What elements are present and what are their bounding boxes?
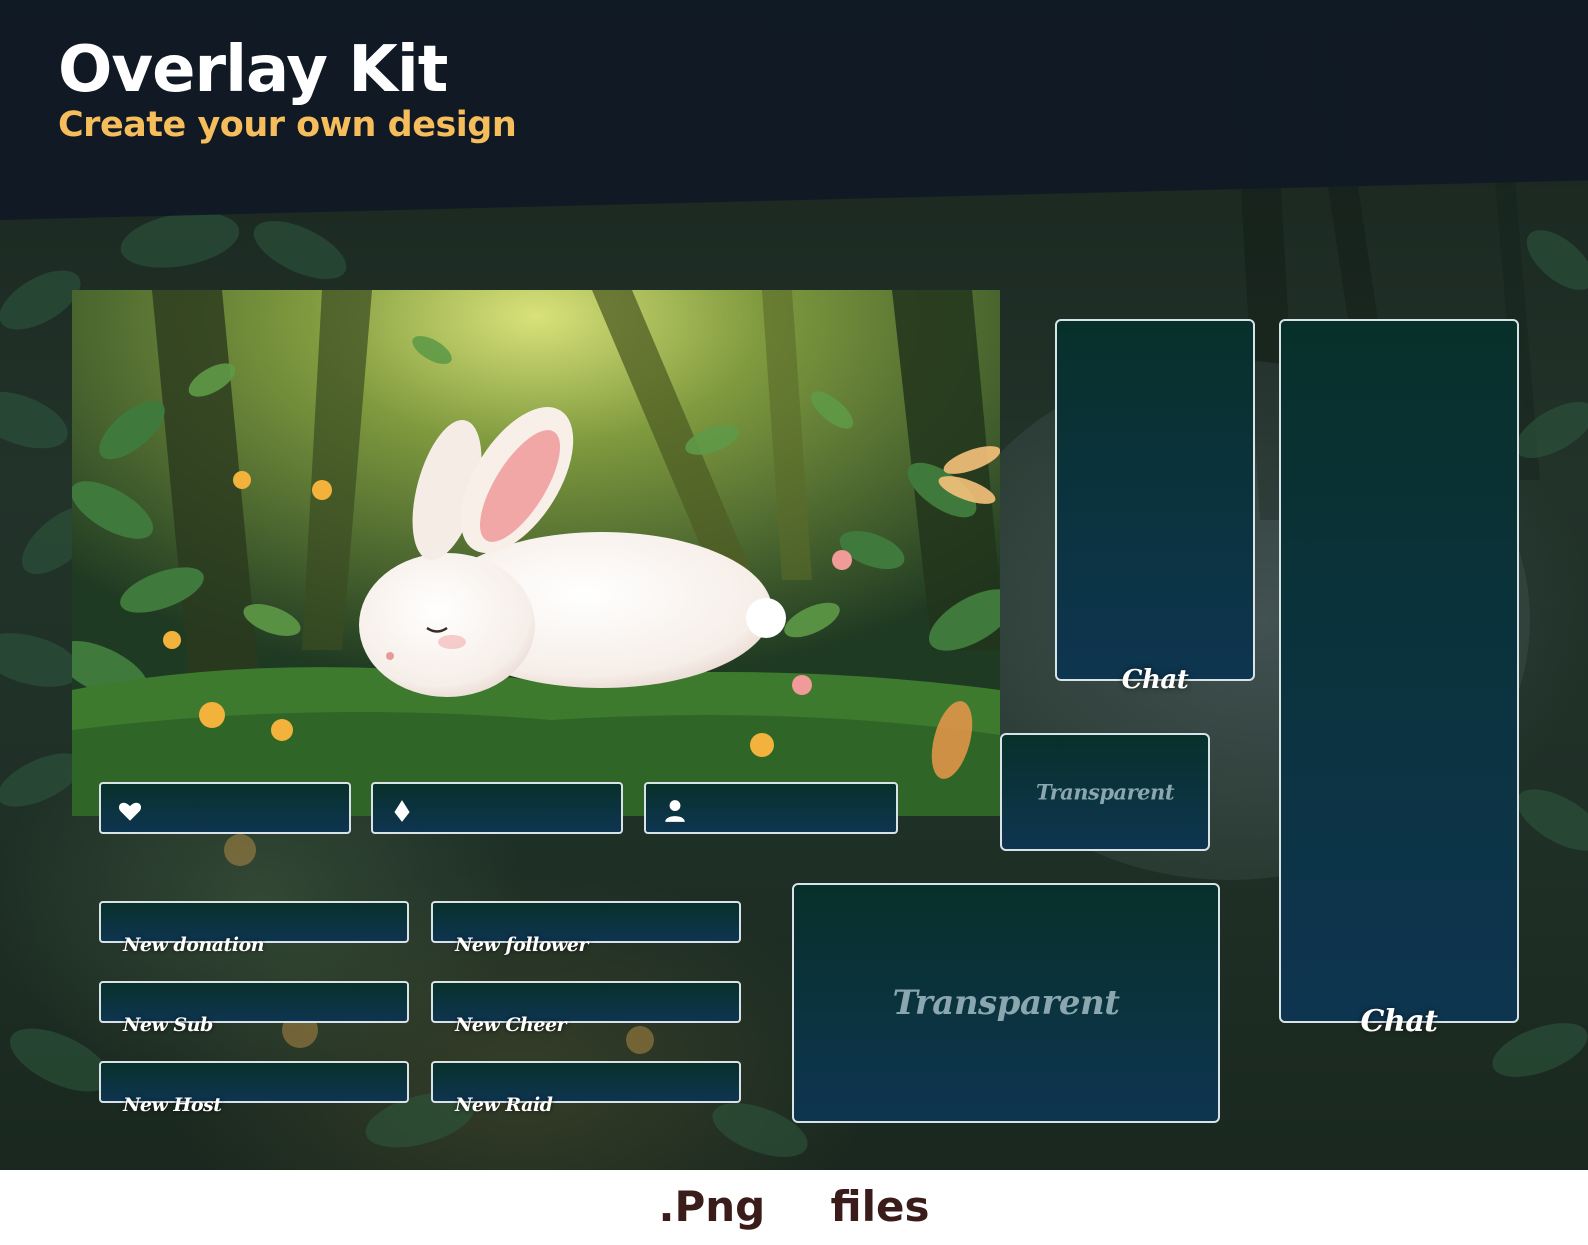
alert-label: New Raid (455, 1094, 553, 1116)
rabbit-scene-art (72, 290, 1000, 816)
stat-panel-diamond (371, 782, 623, 834)
alert-new-follower: New follower (431, 901, 741, 955)
transparent-panel-large: Transparent (792, 883, 1220, 1123)
alert-new-raid: New Raid (431, 1061, 741, 1115)
chat-label: Chat (1121, 665, 1189, 695)
alert-label: New donation (123, 934, 265, 956)
alert-label: New follower (455, 934, 588, 956)
alert-new-donation: New donation (99, 901, 409, 955)
diamond-icon (394, 800, 410, 822)
rabbit-scene-illustration (72, 290, 1000, 816)
chat-panel-small: Chat (1055, 319, 1255, 693)
file-format-caption: .Png files (658, 1182, 930, 1231)
user-icon (665, 800, 685, 822)
alert-new-sub: New Sub (99, 981, 409, 1035)
alert-new-host: New Host (99, 1061, 409, 1115)
alert-label: New Sub (123, 1014, 213, 1036)
alert-label: New Host (123, 1094, 222, 1116)
footer: .Png files (0, 1170, 1588, 1245)
alert-new-cheer: New Cheer (431, 981, 741, 1035)
chat-panel-tall: Chat (1279, 319, 1519, 1037)
alert-label: New Cheer (455, 1014, 567, 1036)
chat-label: Chat (1360, 1004, 1438, 1039)
transparent-label: Transparent (892, 983, 1120, 1023)
heart-icon (118, 802, 142, 821)
transparent-panel-small: Transparent (1000, 733, 1210, 851)
stat-panel-heart (99, 782, 351, 834)
page-title: Overlay Kit (58, 33, 448, 107)
stat-panel-user (644, 782, 898, 834)
page-subtitle: Create your own design (58, 105, 517, 145)
transparent-label: Transparent (1035, 779, 1175, 805)
